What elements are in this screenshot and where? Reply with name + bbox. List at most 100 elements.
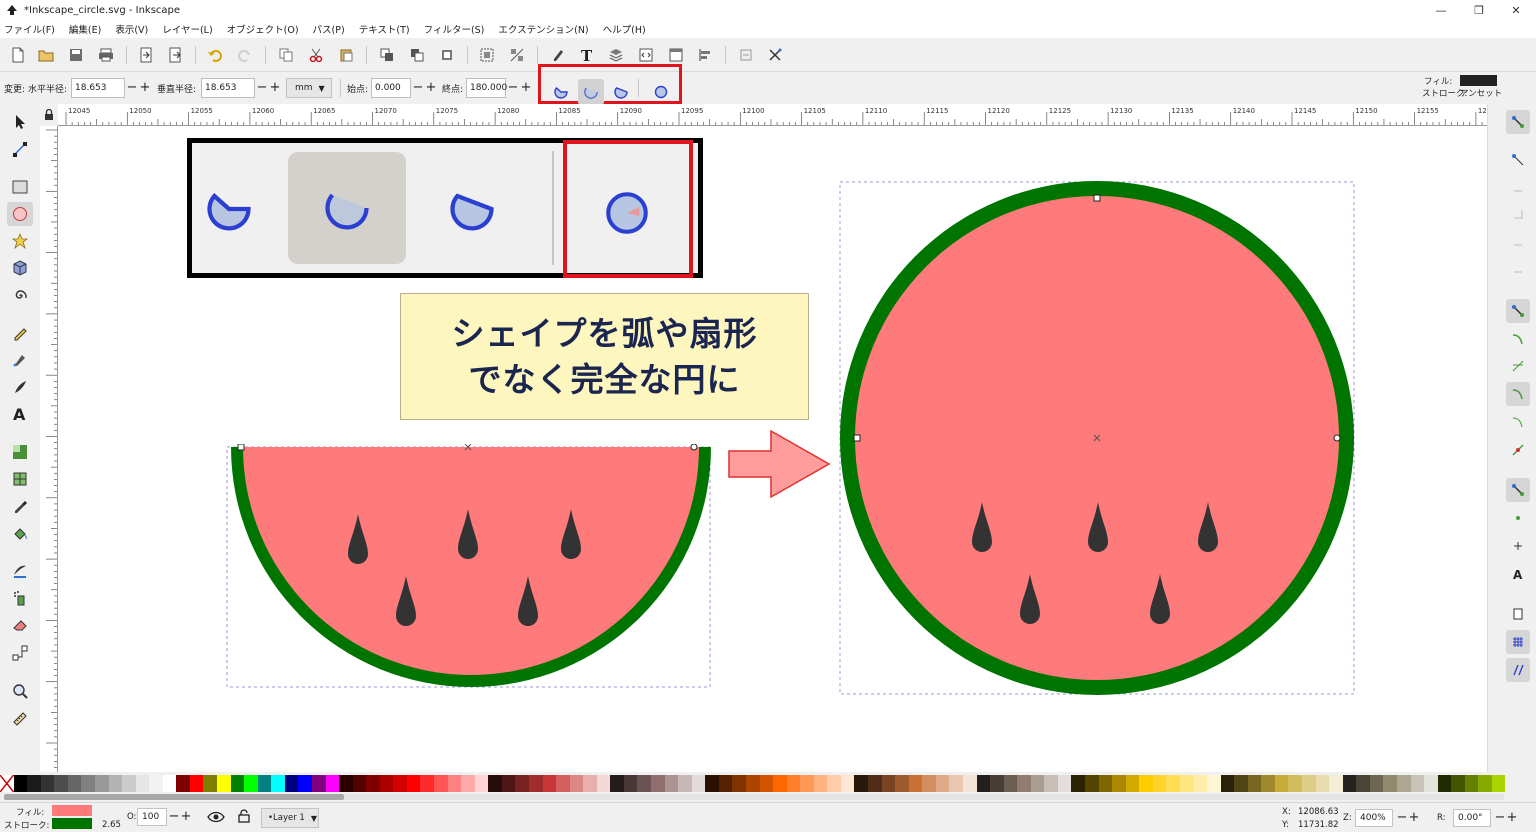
end-input[interactable]: 180.000 (466, 78, 507, 98)
palette-swatch[interactable] (976, 775, 991, 792)
whole-watermelon-circle[interactable] (838, 180, 1358, 696)
start-decrement-button[interactable]: − (412, 80, 424, 96)
menu-help[interactable]: ヘルプ(H) (603, 22, 646, 36)
snap-bbox-icon[interactable] (1506, 148, 1530, 172)
palette-scrollbar[interactable] (4, 794, 1504, 800)
print-icon[interactable] (96, 45, 116, 65)
fill-stroke-icon[interactable] (548, 45, 568, 65)
palette-swatch[interactable] (895, 775, 909, 792)
palette-swatch[interactable] (474, 775, 489, 792)
snap-smooth-nodes-icon[interactable] (1506, 410, 1530, 434)
palette-swatch[interactable] (718, 775, 733, 792)
snap-rotation-center-icon[interactable] (1506, 534, 1530, 558)
fill-swatch[interactable] (1460, 75, 1497, 86)
palette-swatch[interactable] (1207, 775, 1221, 792)
copy-icon[interactable] (276, 45, 296, 65)
rotation-input[interactable]: 0.00° (1453, 809, 1491, 827)
palette-swatch[interactable] (610, 775, 624, 792)
close-button[interactable]: ✕ (1498, 0, 1534, 20)
palette-swatch[interactable] (122, 775, 136, 792)
arc-start-end-handle[interactable] (1333, 434, 1341, 442)
palette-swatch[interactable] (1125, 775, 1140, 792)
arc-icon[interactable] (578, 79, 604, 105)
menu-layer[interactable]: レイヤー(L) (162, 22, 212, 36)
pencil-tool-icon[interactable] (7, 321, 33, 345)
zoom-in-button[interactable]: + (1408, 810, 1420, 826)
palette-swatch[interactable] (1302, 775, 1316, 792)
ry-input[interactable]: 18.653 (201, 78, 255, 98)
new-document-icon[interactable] (8, 45, 28, 65)
text-tool-icon[interactable]: A (7, 402, 33, 426)
clone-icon[interactable] (407, 45, 427, 65)
palette-swatch[interactable] (1247, 775, 1262, 792)
palette-swatch[interactable] (162, 775, 177, 792)
palette-swatch[interactable] (1369, 775, 1384, 792)
pen-tool-icon[interactable] (7, 348, 33, 372)
palette-swatch[interactable] (949, 775, 963, 792)
menu-edit[interactable]: 編集(E) (69, 22, 101, 36)
palette-swatch[interactable] (420, 775, 434, 792)
palette-swatch[interactable] (447, 775, 462, 792)
star-tool-icon[interactable] (7, 229, 33, 253)
palette-swatch[interactable] (1152, 775, 1167, 792)
zoom-out-button[interactable]: − (1396, 810, 1408, 826)
palette-swatch[interactable] (108, 775, 123, 792)
palette-swatch[interactable] (1478, 775, 1492, 792)
group-icon[interactable] (477, 45, 497, 65)
snap-guides-icon[interactable] (1506, 658, 1530, 682)
paste-icon[interactable] (336, 45, 356, 65)
palette-swatch[interactable] (217, 775, 231, 792)
half-watermelon-arc[interactable] (226, 444, 712, 690)
palette-swatch[interactable] (393, 775, 407, 792)
snap-cusp-nodes-icon[interactable] (1506, 382, 1530, 406)
palette-swatch[interactable] (515, 775, 529, 792)
align-distribute-icon[interactable] (695, 45, 715, 65)
palette-swatch[interactable] (1342, 775, 1357, 792)
rx-handle[interactable] (853, 434, 861, 442)
rotation-increment-button[interactable]: + (1506, 810, 1518, 826)
palette-swatch[interactable] (908, 775, 923, 792)
palette-swatch[interactable] (149, 775, 163, 792)
menu-filters[interactable]: フィルター(S) (424, 22, 485, 36)
palette-swatch[interactable] (759, 775, 774, 792)
palette-swatch[interactable] (813, 775, 828, 792)
whole-circle-icon[interactable] (648, 79, 674, 105)
open-folder-icon[interactable] (36, 45, 56, 65)
duplicate-icon[interactable] (377, 45, 397, 65)
palette-swatch[interactable] (434, 775, 448, 792)
toggle-visibility-icon[interactable] (207, 811, 225, 826)
rectangle-tool-icon[interactable] (7, 175, 33, 199)
palette-swatch[interactable] (542, 775, 557, 792)
start-increment-button[interactable]: + (425, 80, 437, 96)
palette-swatch[interactable] (81, 775, 95, 792)
menu-file[interactable]: ファイル(F) (4, 22, 55, 36)
palette-swatch[interactable] (800, 775, 814, 792)
chord-icon[interactable] (608, 79, 634, 105)
ry-handle[interactable] (1093, 194, 1101, 202)
mesh-tool-icon[interactable] (7, 467, 33, 491)
spiral-tool-icon[interactable] (7, 284, 33, 308)
menu-view[interactable]: 表示(V) (115, 22, 148, 36)
palette-swatch[interactable] (868, 775, 882, 792)
palette-swatch[interactable] (271, 775, 285, 792)
palette-swatch[interactable] (1166, 775, 1180, 792)
palette-swatch[interactable] (1464, 775, 1479, 792)
palette-swatch[interactable] (623, 775, 638, 792)
xml-editor-icon[interactable] (636, 45, 656, 65)
palette-swatch[interactable] (27, 775, 41, 792)
document-properties-icon[interactable] (666, 45, 686, 65)
palette-swatch[interactable] (1261, 775, 1275, 792)
palette-swatch[interactable] (556, 775, 570, 792)
palette-swatch[interactable] (1112, 775, 1126, 792)
undo-icon[interactable] (205, 45, 225, 65)
selector-tool-icon[interactable] (7, 110, 33, 134)
snap-page-border-icon[interactable] (1506, 602, 1530, 626)
rx-input[interactable]: 18.653 (71, 78, 125, 98)
palette-swatch[interactable] (935, 775, 950, 792)
palette-scroll-thumb[interactable] (4, 794, 344, 800)
text-font-icon[interactable]: T (577, 45, 597, 65)
opacity-input[interactable]: 100 (137, 808, 167, 826)
palette-swatch[interactable] (40, 775, 55, 792)
no-paint-swatch[interactable] (0, 774, 15, 793)
snap-bbox-edge-icon[interactable] (1506, 175, 1530, 199)
